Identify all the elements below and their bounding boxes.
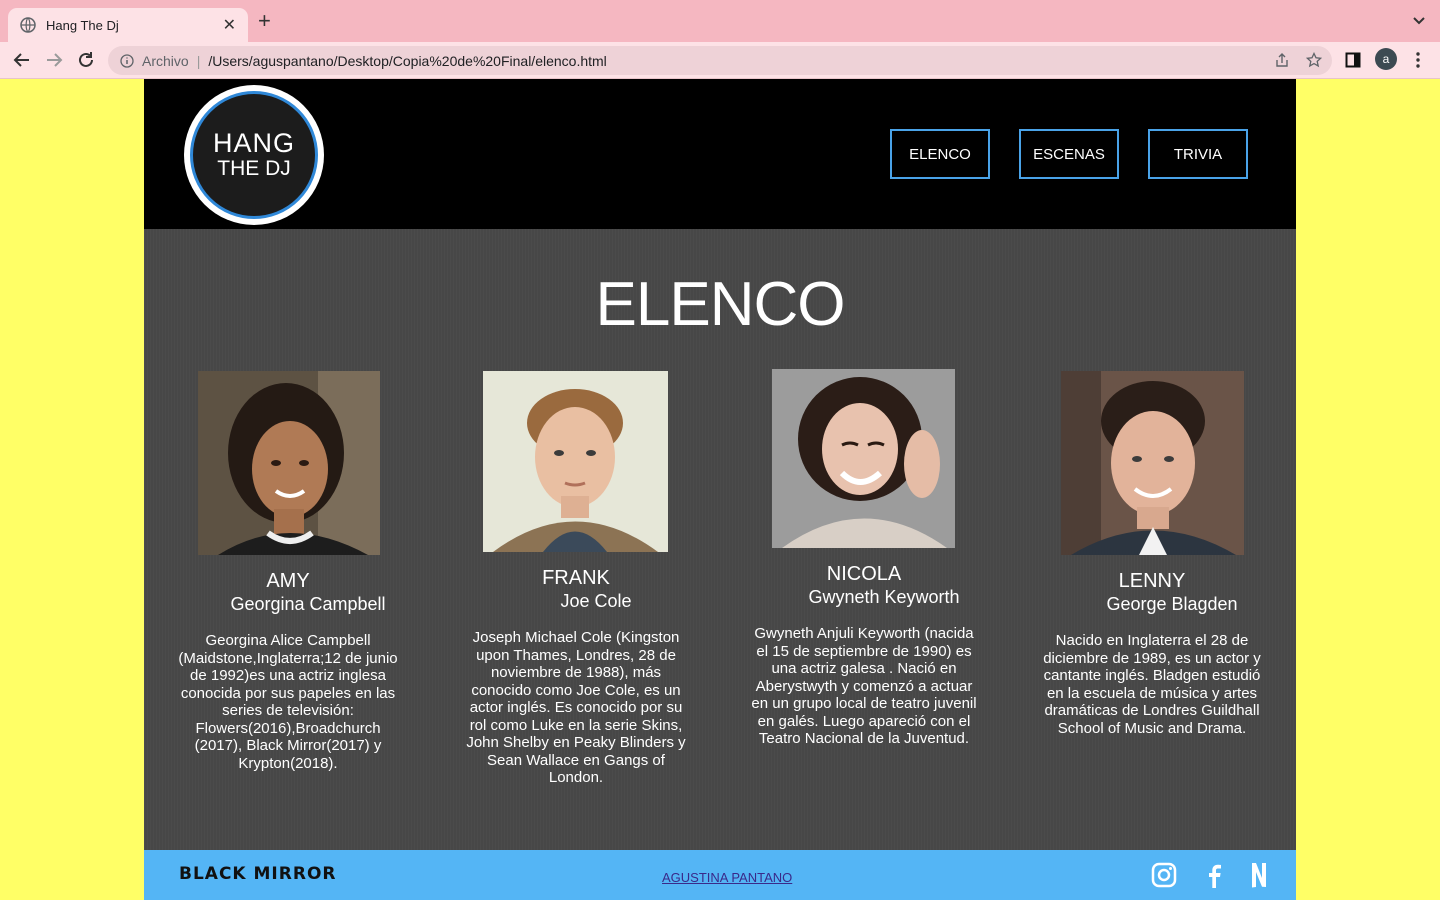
address-bar[interactable]: Archivo | /Users/aguspantano/Desktop/Cop… (108, 46, 1332, 75)
cast-card-frank: FRANK Joe Cole Joseph Michael Cole (King… (461, 566, 691, 787)
globe-icon (20, 17, 36, 33)
browser-tab[interactable]: Hang The Dj ✕ (8, 8, 248, 42)
actor-name: George Blagden (1106, 594, 1238, 614)
main-content: ELENCO AMY Georgina Campbell Georgina Al… (144, 229, 1296, 850)
nav-escenas[interactable]: ESCENAS (1019, 129, 1119, 179)
side-panel-icon[interactable] (1345, 52, 1361, 68)
reload-icon[interactable] (76, 50, 96, 70)
logo-text-line1: HANG (212, 128, 295, 158)
instagram-icon[interactable] (1150, 861, 1178, 889)
address-separator: | (196, 52, 201, 69)
cast-card-nicola: NICOLA Gwyneth Keyworth Gwyneth Anjuli K… (749, 562, 979, 748)
cast-card-lenny: LENNY George Blagden Nacido en Inglaterr… (1037, 569, 1267, 737)
forward-arrow-icon[interactable] (44, 50, 64, 70)
actor-bio: Georgina Alice Campbell (Maidstone,Ingla… (178, 632, 398, 772)
cast-photo-nicola (772, 369, 955, 548)
cast-card-amy: AMY Georgina Campbell Georgina Alice Cam… (173, 569, 403, 772)
site-footer: BLACK MIRROR AGUSTINA PANTANO (144, 850, 1296, 900)
tab-title: Hang The Dj (46, 17, 119, 33)
menu-dots-icon[interactable] (1410, 51, 1426, 69)
actor-bio: Joseph Michael Cole (Kingston upon Thame… (466, 629, 686, 786)
character-name: FRANK (542, 567, 610, 589)
actor-bio: Gwyneth Anjuli Keyworth (nacida el 15 de… (751, 625, 977, 747)
site-header: HANG THE DJ ELENCO ESCENAS TRIVIA (144, 79, 1296, 229)
black-mirror-logo: BLACK MIRROR (179, 864, 337, 884)
browser-toolbar: Archivo | /Users/aguspantano/Desktop/Cop… (0, 42, 1440, 79)
facebook-icon[interactable] (1200, 861, 1228, 889)
back-arrow-icon[interactable] (12, 50, 32, 70)
info-icon[interactable] (120, 53, 134, 68)
chevron-down-icon[interactable] (1412, 13, 1426, 27)
nav-trivia[interactable]: TRIVIA (1148, 129, 1248, 179)
page: HANG THE DJ ELENCO ESCENAS TRIVIA ELENCO (144, 79, 1296, 900)
address-path: /Users/aguspantano/Desktop/Copia%20de%20… (208, 52, 607, 69)
actor-bio: Nacido en Inglaterra el 28 de diciembre … (1043, 632, 1261, 737)
character-name: NICOLA (826, 563, 902, 585)
character-name: AMY (266, 570, 310, 592)
actor-name: Gwyneth Keyworth (808, 587, 960, 607)
share-icon[interactable] (1274, 52, 1290, 71)
cast-photo-amy (198, 371, 380, 555)
browser-tab-strip: Hang The Dj ✕ + (0, 0, 1440, 42)
main-nav: ELENCO ESCENAS TRIVIA (890, 129, 1248, 179)
netflix-icon[interactable] (1245, 861, 1273, 889)
address-scheme: Archivo (142, 52, 189, 69)
cast-photo-frank (483, 371, 668, 552)
character-name: LENNY (1118, 570, 1186, 592)
author-link[interactable]: AGUSTINA PANTANO (662, 870, 792, 885)
site-logo[interactable]: HANG THE DJ (184, 85, 324, 225)
star-bookmark-icon[interactable] (1305, 51, 1323, 71)
cast-photo-lenny (1061, 371, 1244, 555)
logo-text-line2: THE DJ (217, 157, 291, 180)
nav-elenco[interactable]: ELENCO (890, 129, 990, 179)
actor-name: Georgina Campbell (230, 594, 386, 614)
profile-avatar[interactable]: a (1375, 48, 1397, 70)
new-tab-icon[interactable]: + (258, 10, 271, 32)
close-tab-icon[interactable]: ✕ (223, 15, 236, 35)
actor-name: Joe Cole (560, 591, 632, 611)
page-title: ELENCO (595, 270, 846, 339)
